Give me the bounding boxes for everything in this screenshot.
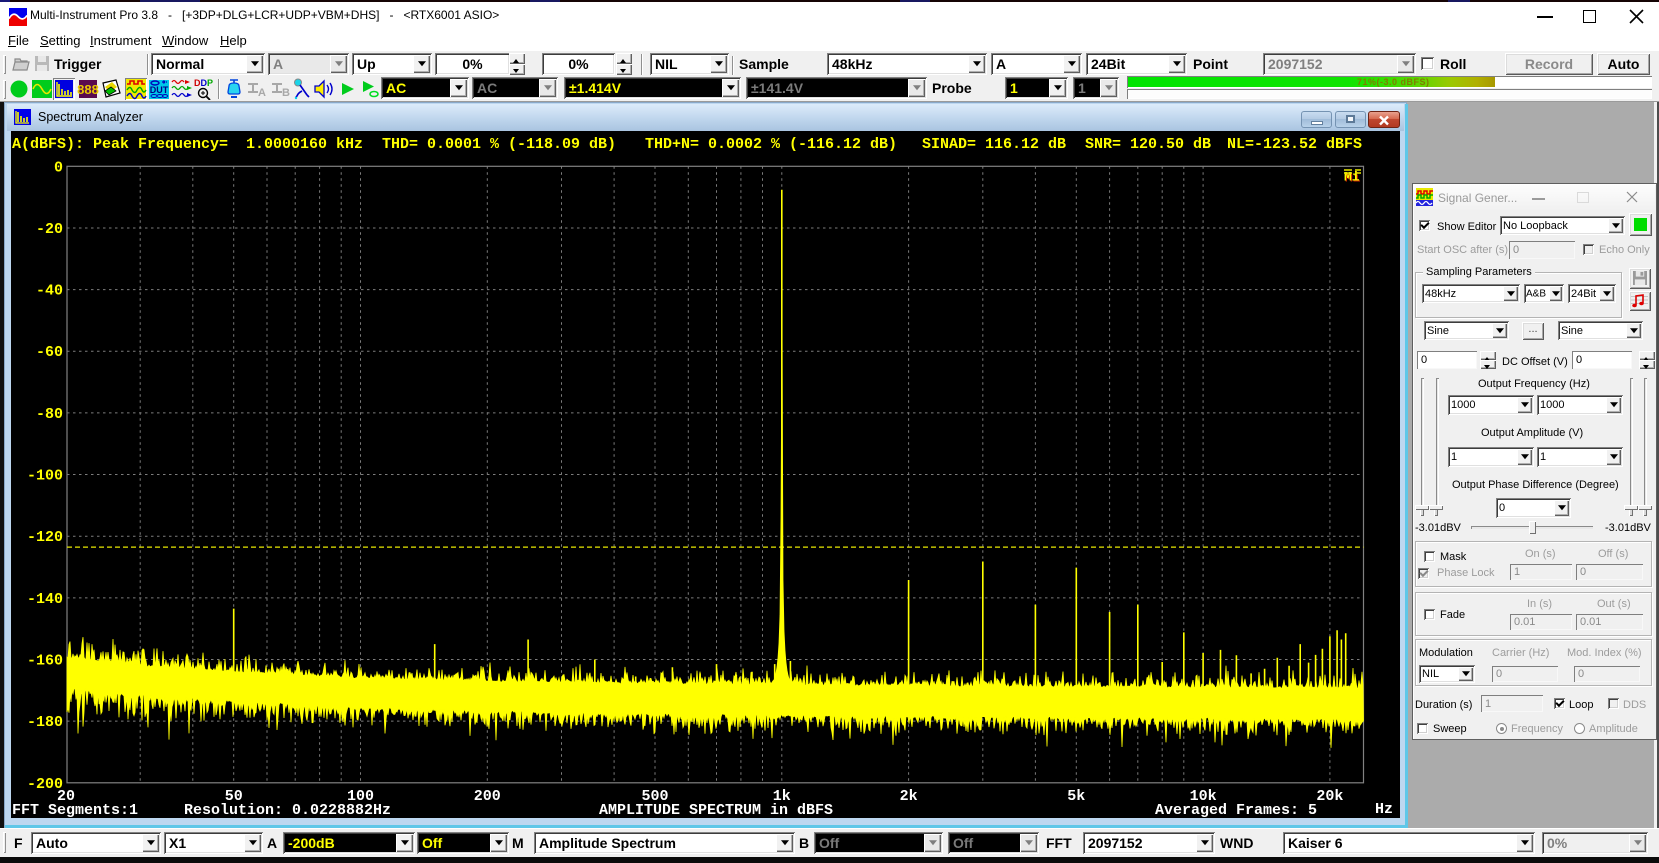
svg-text:Resolution: 0.0228882Hz: Resolution: 0.0228882Hz (184, 802, 391, 818)
svg-text:5k: 5k (1067, 788, 1085, 805)
svg-text:DUT: DUT (150, 85, 169, 95)
svg-text:-20: -20 (36, 221, 63, 238)
svg-text:THD= 0.0001 % (-118.09 dB): THD= 0.0001 % (-118.09 dB) (382, 136, 616, 153)
svg-text:FFT Segments:1: FFT Segments:1 (12, 802, 138, 818)
svg-text:0: 0 (54, 159, 63, 176)
svg-text:200: 200 (474, 788, 501, 805)
svg-text:2k: 2k (900, 788, 918, 805)
svg-text:THD+N= 0.0002 % (-116.12 dB): THD+N= 0.0002 % (-116.12 dB) (645, 136, 897, 153)
svg-text:888: 888 (77, 82, 99, 97)
svg-text:-140: -140 (27, 591, 63, 608)
svg-text:A(dBFS): Peak Frequency=: A(dBFS): Peak Frequency= (12, 136, 228, 153)
svg-text:SINAD= 116.12 dB: SINAD= 116.12 dB (922, 136, 1066, 153)
svg-text:Hz: Hz (1375, 801, 1393, 818)
svg-text:-100: -100 (27, 468, 63, 485)
svg-text:DDP: DDP (194, 78, 213, 88)
svg-text:-180: -180 (27, 714, 63, 731)
svg-text:-60: -60 (36, 344, 63, 361)
svg-text:B: B (282, 87, 290, 99)
svg-text:A: A (258, 87, 266, 99)
svg-text:-40: -40 (36, 283, 63, 300)
svg-text:-160: -160 (27, 653, 63, 670)
svg-text:20k: 20k (1316, 788, 1343, 805)
svg-text:Averaged Frames: 5: Averaged Frames: 5 (1155, 802, 1317, 818)
svg-text:-120: -120 (27, 529, 63, 546)
svg-text:1.0000160 kHz: 1.0000160 kHz (246, 136, 363, 153)
svg-text:-80: -80 (36, 406, 63, 423)
svg-text:NL=-123.52 dBFS: NL=-123.52 dBFS (1227, 136, 1362, 153)
svg-text:AMPLITUDE SPECTRUM in dBFS: AMPLITUDE SPECTRUM in dBFS (599, 802, 833, 818)
svg-text:Mi: Mi (1344, 170, 1360, 185)
svg-text:SNR= 120.50 dB: SNR= 120.50 dB (1085, 136, 1211, 153)
